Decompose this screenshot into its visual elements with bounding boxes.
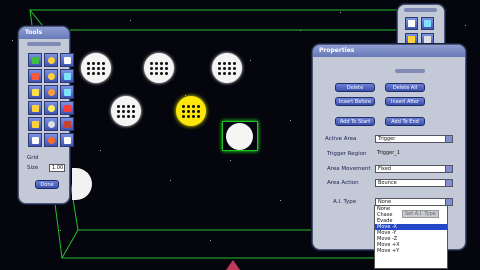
mini-tool-2-icon[interactable] xyxy=(421,17,434,30)
tool-palette xyxy=(28,53,74,147)
delete-all-button[interactable]: Delete All xyxy=(385,83,425,92)
chevron-down-icon xyxy=(445,136,452,142)
dot-orb[interactable] xyxy=(111,96,141,126)
tool-6-icon[interactable] xyxy=(60,69,74,83)
insert-before-button[interactable]: Insert Before xyxy=(335,97,375,106)
tool-10-icon[interactable] xyxy=(28,101,42,115)
chevron-down-icon xyxy=(445,166,452,172)
done-button[interactable]: Done xyxy=(35,180,59,189)
tool-2-icon[interactable] xyxy=(44,53,58,67)
tool-12-icon[interactable] xyxy=(60,101,74,115)
dot-orb[interactable] xyxy=(144,53,174,83)
game-viewport[interactable]: Tools Grid Size 1.00 Done Properties Del… xyxy=(0,0,480,270)
tool-7-icon[interactable] xyxy=(28,85,42,99)
tool-4-icon[interactable] xyxy=(28,69,42,83)
tool-5-icon[interactable] xyxy=(44,69,58,83)
tools-panel-topbar xyxy=(27,42,61,46)
chevron-down-icon xyxy=(445,180,452,186)
tool-14-icon[interactable] xyxy=(44,117,58,131)
tool-3-icon[interactable] xyxy=(60,53,74,67)
mini-toolbar-handle xyxy=(404,8,437,12)
area-action-select[interactable]: Bounce xyxy=(375,179,453,187)
grid-label: Grid xyxy=(27,155,39,161)
tools-panel: Tools Grid Size 1.00 Done xyxy=(18,26,74,204)
tool-9-icon[interactable] xyxy=(60,85,74,99)
area-action-value: Bounce xyxy=(378,180,397,186)
properties-scrollbar[interactable] xyxy=(395,69,425,73)
plain-orb[interactable] xyxy=(222,121,258,151)
ai-type-tooltip: Set A.I. Type xyxy=(402,210,439,218)
tool-16-icon[interactable] xyxy=(28,133,42,147)
tool-1-icon[interactable] xyxy=(28,53,42,67)
size-field[interactable]: 1.00 xyxy=(49,164,65,172)
properties-panel-title: Properties xyxy=(313,45,465,57)
active-area-select[interactable]: Trigger xyxy=(375,135,453,143)
trigger-region-label: Trigger Region xyxy=(327,151,367,157)
insert-after-button[interactable]: Insert After xyxy=(385,97,425,106)
tool-13-icon[interactable] xyxy=(28,117,42,131)
dot-orb[interactable] xyxy=(212,53,242,83)
tool-18-icon[interactable] xyxy=(60,133,74,147)
tool-17-icon[interactable] xyxy=(44,133,58,147)
ai-type-option[interactable]: Move +Y xyxy=(375,248,447,254)
area-movement-value: Fixed xyxy=(378,166,391,172)
tools-panel-title: Tools xyxy=(19,27,69,39)
trigger-region-value[interactable]: Trigger_1 xyxy=(375,150,415,158)
area-movement-label: Area Movement xyxy=(327,166,371,172)
active-area-value: Trigger xyxy=(378,136,396,142)
ai-type-label: A.I. Type xyxy=(333,199,357,205)
dot-orb[interactable] xyxy=(81,53,111,83)
area-movement-select[interactable]: Fixed xyxy=(375,165,453,173)
delete-button[interactable]: Delete xyxy=(335,83,375,92)
tool-11-icon[interactable] xyxy=(44,101,58,115)
add-to-start-button[interactable]: Add To Start xyxy=(335,117,375,126)
tool-8-icon[interactable] xyxy=(44,85,58,99)
add-to-end-button[interactable]: Add To End xyxy=(385,117,425,126)
size-label: Size xyxy=(27,165,39,171)
tool-15-icon[interactable] xyxy=(60,117,74,131)
mini-tool-1-icon[interactable] xyxy=(405,17,418,30)
active-area-label: Active Area xyxy=(325,136,357,142)
player-ship-icon xyxy=(226,260,240,270)
dot-orb-selected[interactable] xyxy=(176,96,206,126)
area-action-label: Area Action xyxy=(327,180,359,186)
